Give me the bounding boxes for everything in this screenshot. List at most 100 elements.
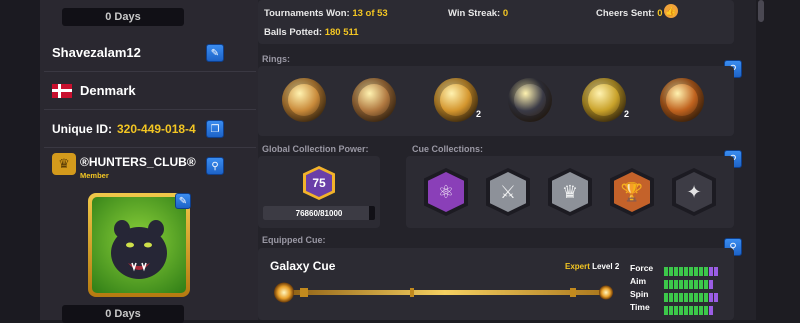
attribute-segment: [664, 293, 668, 302]
attribute-segment: [664, 306, 668, 315]
attribute-segment: [669, 267, 673, 276]
unique-id-row: Unique ID: 320-449-018-4: [44, 110, 256, 148]
galaxy-cue-image: [274, 282, 613, 303]
attribute-segment: [694, 280, 698, 289]
pencil-icon: ✎: [210, 47, 220, 59]
panther-icon: [111, 220, 167, 279]
dragon-icon: ✦: [676, 172, 712, 212]
ring-item[interactable]: [582, 78, 626, 122]
attribute-segment: [699, 293, 703, 302]
attribute-segment: [689, 306, 693, 315]
attribute-segment: [684, 306, 688, 315]
ring-item[interactable]: [434, 78, 478, 122]
cheers-sent: Cheers Sent: 0: [596, 8, 663, 19]
attribute-segment: [664, 267, 668, 276]
country-name: Denmark: [80, 83, 136, 98]
thumbs-up-icon: 👍: [664, 4, 678, 18]
attribute-segment: [674, 280, 678, 289]
attribute-segment: [674, 293, 678, 302]
attribute-segment-boost: [714, 293, 718, 302]
equipped-cue-label: Equipped Cue:: [262, 235, 326, 245]
attribute-segment: [674, 267, 678, 276]
edit-name-button[interactable]: ✎: [206, 44, 224, 62]
cue-collections-label: Cue Collections:: [412, 144, 484, 154]
club-name: ®HUNTERS_CLUB®: [80, 155, 196, 169]
rings-label: Rings:: [262, 54, 290, 64]
cue-tier: Expert Level 2: [565, 262, 620, 271]
unique-id-value: 320-449-018-4: [117, 121, 196, 136]
cue-name: Galaxy Cue: [270, 259, 336, 273]
pencil-icon: ✎: [178, 195, 188, 207]
attribute-segment: [704, 267, 708, 276]
scrollbar-thumb[interactable]: [758, 0, 764, 22]
attribute-segment: [669, 280, 673, 289]
ring-item[interactable]: [352, 78, 396, 122]
tournaments-won: Tournaments Won: 13 of 53: [264, 8, 388, 19]
attribute-segment-boost: [709, 280, 713, 289]
ring-count: 2: [476, 109, 482, 119]
attribute-segment: [669, 293, 673, 302]
ring-count: 2: [624, 109, 630, 119]
attribute-name: Time: [630, 302, 650, 312]
attribute-segment: [694, 267, 698, 276]
attribute-segment: [704, 306, 708, 315]
copy-icon: ❐: [210, 123, 220, 135]
country-row: Denmark: [44, 72, 256, 110]
collection-power-label: Global Collection Power:: [262, 144, 369, 154]
club-search-button[interactable]: ⚲: [206, 157, 224, 175]
copy-id-button[interactable]: ❐: [206, 120, 224, 138]
attribute-segment-boost: [709, 267, 713, 276]
attribute-segment: [684, 293, 688, 302]
attribute-segment: [679, 293, 683, 302]
win-streak: Win Streak: 0: [448, 8, 509, 19]
ring-item[interactable]: [282, 78, 326, 122]
ring-item[interactable]: [660, 78, 704, 122]
days-counter-top: 0 Days: [62, 8, 184, 26]
attribute-segment: [704, 293, 708, 302]
unique-id-label: Unique ID:: [52, 121, 112, 136]
attribute-segment: [689, 293, 693, 302]
attribute-segment: [704, 280, 708, 289]
attribute-segment: [689, 267, 693, 276]
attribute-segment: [684, 280, 688, 289]
attribute-name: Spin: [630, 289, 649, 299]
attribute-segment: [699, 306, 703, 315]
profile-panel: 0 Days Shavezalam12 ✎ Denmark Unique ID:…: [0, 0, 258, 323]
attribute-segment: [694, 293, 698, 302]
username-row: Shavezalam12: [44, 34, 256, 72]
club-role: Member: [80, 171, 109, 180]
ring-item[interactable]: [508, 78, 552, 122]
attribute-segment-boost: [709, 293, 713, 302]
attribute-segment: [679, 280, 683, 289]
edit-avatar-button[interactable]: ✎: [175, 193, 191, 209]
attribute-segment: [679, 306, 683, 315]
attribute-segment: [664, 280, 668, 289]
power-progress-bar: 76860/81000: [263, 206, 375, 220]
scrollbar[interactable]: [756, 0, 766, 320]
avatar-frame[interactable]: [88, 193, 190, 297]
trophy-icon: 🏆: [614, 172, 650, 212]
username: Shavezalam12: [52, 45, 141, 60]
power-progress-text: 76860/81000: [295, 208, 343, 218]
search-icon: ⚲: [211, 160, 219, 172]
crown-icon: ♛: [552, 172, 588, 212]
balls-potted: Balls Potted: 180 511: [264, 27, 359, 38]
attribute-segment: [689, 280, 693, 289]
days-counter-bottom: 0 Days: [62, 305, 184, 323]
attribute-segment: [674, 306, 678, 315]
crossed-swords-icon: ⚔: [490, 172, 526, 212]
denmark-flag-icon: [52, 83, 72, 98]
attribute-segment: [699, 280, 703, 289]
attribute-segment: [694, 306, 698, 315]
attribute-segment: [684, 267, 688, 276]
attribute-segment: [699, 267, 703, 276]
attribute-name: Aim: [630, 276, 647, 286]
avatar: [92, 197, 186, 293]
attribute-name: Force: [630, 263, 654, 273]
attribute-segment: [669, 306, 673, 315]
atom-icon: ⚛: [428, 172, 464, 212]
attribute-bar: [664, 302, 714, 320]
crown-icon: ♛: [52, 153, 76, 175]
attribute-segment-boost: [709, 306, 713, 315]
attribute-segment-boost: [714, 267, 718, 276]
